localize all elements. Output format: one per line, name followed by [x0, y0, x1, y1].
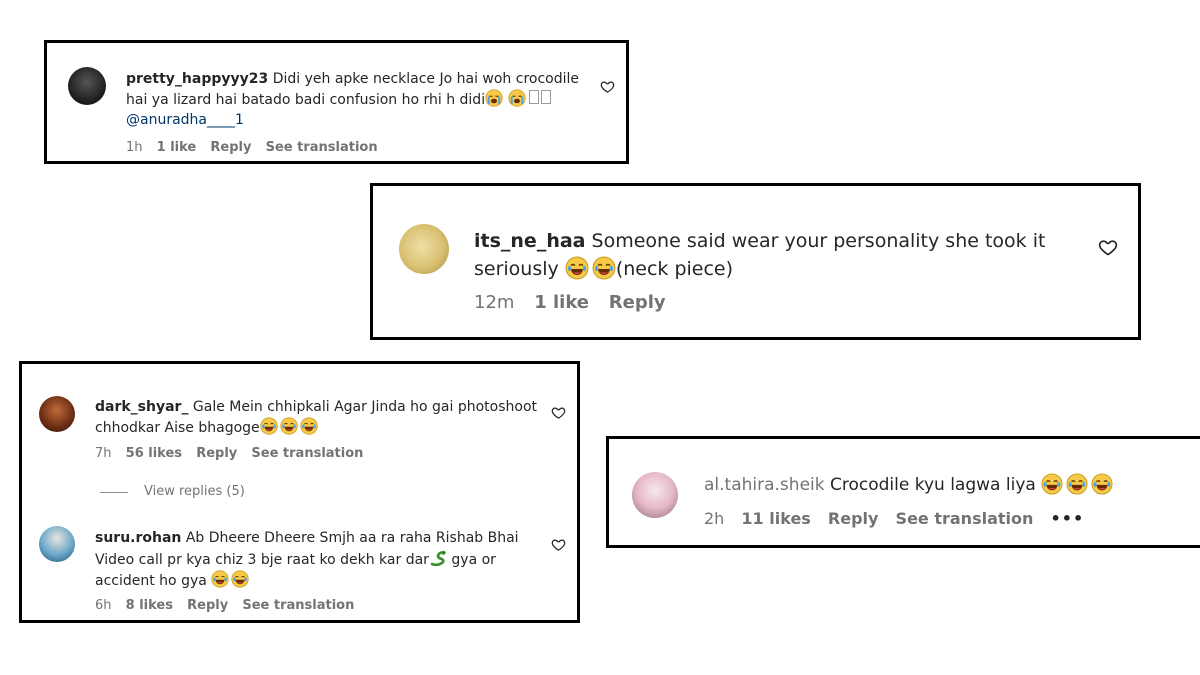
- see-translation-button[interactable]: See translation: [251, 446, 363, 461]
- comment-body: pretty_happyyy23 Didi yeh apke necklace …: [126, 69, 579, 89]
- see-translation-button[interactable]: See translation: [242, 598, 354, 613]
- comment-meta: 2h 11 likes Reply See translation •••: [704, 509, 1084, 528]
- comment-text: Didi yeh apke necklace Jo hai woh crocod…: [272, 71, 580, 87]
- face-with-tears-of-joy-icon: [300, 417, 318, 435]
- heart-outline-icon[interactable]: [1098, 237, 1118, 257]
- comment-text: Someone said wear your personality she t…: [591, 230, 1046, 252]
- replies-divider: [100, 492, 128, 493]
- comment-body: suru.rohan Ab Dheere Dheere Smjh aa ra r…: [95, 528, 519, 549]
- comment-text-line2: seriously: [474, 258, 559, 280]
- heart-outline-icon[interactable]: [551, 537, 566, 552]
- face-with-tears-of-joy-icon: [231, 570, 249, 588]
- snake-icon: [429, 549, 447, 567]
- avatar[interactable]: [399, 224, 449, 274]
- comment-text-line2-row: Video call pr kya chiz 3 bje raat ko dek…: [95, 549, 496, 571]
- comment-text-line2b: gya or: [451, 552, 496, 568]
- comment-body: al.tahira.sheik Crocodile kyu lagwa liya: [704, 473, 1113, 497]
- comment-time: 1h: [126, 140, 143, 155]
- comment-text-line2-row: seriously (neck piece): [474, 255, 733, 283]
- reply-button[interactable]: Reply: [187, 598, 228, 613]
- reply-button[interactable]: Reply: [196, 446, 237, 461]
- face-with-tears-of-joy-icon: [280, 417, 298, 435]
- comment-card-4: al.tahira.sheik Crocodile kyu lagwa liya…: [606, 436, 1200, 548]
- comment-text-line2: chhodkar Aise bhagoge: [95, 420, 260, 436]
- comment-card-1: pretty_happyyy23 Didi yeh apke necklace …: [44, 40, 629, 164]
- comment-meta: 7h 56 likes Reply See translation: [95, 446, 363, 461]
- face-with-tears-of-joy-icon: [565, 256, 589, 280]
- avatar[interactable]: [632, 472, 678, 518]
- view-replies-button[interactable]: View replies (5): [144, 484, 245, 499]
- comment-body: dark_shyar_ Gale Mein chhipkali Agar Jin…: [95, 397, 537, 417]
- likes-count[interactable]: 1 like: [534, 292, 589, 313]
- comment-text-line2: Video call pr kya chiz 3 bje raat ko dek…: [95, 552, 429, 568]
- face-with-tears-of-joy-icon: [1066, 473, 1088, 495]
- missing-glyph-icon: [540, 90, 551, 104]
- face-with-tears-of-joy-icon: [260, 417, 278, 435]
- mention-link[interactable]: @anuradha____1: [126, 110, 244, 130]
- face-with-tears-of-joy-icon: [1091, 473, 1113, 495]
- comment-text-line2-row: hai ya lizard hai batado badi confusion …: [126, 89, 551, 110]
- reply-button[interactable]: Reply: [609, 292, 666, 313]
- likes-count[interactable]: 56 likes: [126, 446, 182, 461]
- username[interactable]: al.tahira.sheik: [704, 475, 825, 495]
- face-with-tears-of-joy-icon: [1041, 473, 1063, 495]
- comment-text-line2: hai ya lizard hai batado badi confusion …: [126, 92, 486, 108]
- comment-body: its_ne_haa Someone said wear your person…: [474, 227, 1045, 255]
- comment-text: Crocodile kyu lagwa liya: [830, 475, 1036, 495]
- comment-time: 12m: [474, 292, 515, 313]
- see-translation-button[interactable]: See translation: [896, 509, 1034, 528]
- likes-count[interactable]: 11 likes: [741, 509, 810, 528]
- face-with-tears-of-joy-icon: [592, 256, 616, 280]
- username[interactable]: its_ne_haa: [474, 230, 586, 252]
- loudly-crying-face-icon: [508, 89, 526, 107]
- comment-meta: 12m 1 like Reply: [474, 292, 666, 313]
- heart-outline-icon[interactable]: [551, 405, 566, 420]
- comment-text-line2-row: chhodkar Aise bhagoge: [95, 417, 318, 438]
- avatar[interactable]: [39, 396, 75, 432]
- heart-outline-icon[interactable]: [600, 79, 615, 94]
- likes-count[interactable]: 1 like: [157, 140, 197, 155]
- loudly-crying-face-icon: [485, 89, 503, 107]
- more-options-icon[interactable]: •••: [1050, 509, 1084, 528]
- comment-text: Ab Dheere Dheere Smjh aa ra raha Rishab …: [185, 530, 519, 546]
- comment-time: 7h: [95, 446, 112, 461]
- comment-card-3: dark_shyar_ Gale Mein chhipkali Agar Jin…: [19, 361, 580, 623]
- comment-time: 6h: [95, 598, 112, 613]
- avatar[interactable]: [39, 526, 75, 562]
- reply-button[interactable]: Reply: [210, 140, 251, 155]
- face-with-tears-of-joy-icon: [211, 570, 229, 588]
- avatar[interactable]: [68, 67, 106, 105]
- comment-text-suffix: (neck piece): [615, 258, 734, 280]
- username[interactable]: suru.rohan: [95, 530, 181, 546]
- missing-glyph-icon: [528, 90, 539, 104]
- comment-text-line3: accident ho gya: [95, 573, 207, 589]
- comment-meta: 6h 8 likes Reply See translation: [95, 598, 354, 613]
- username[interactable]: pretty_happyyy23: [126, 71, 268, 87]
- comment-card-2: its_ne_haa Someone said wear your person…: [370, 183, 1141, 340]
- comment-text-line3-row: accident ho gya: [95, 570, 249, 592]
- comment-meta: 1h 1 like Reply See translation: [126, 140, 378, 155]
- comment-time: 2h: [704, 509, 725, 528]
- username[interactable]: dark_shyar_: [95, 399, 188, 415]
- comment-text: Gale Mein chhipkali Agar Jinda ho gai ph…: [192, 399, 538, 415]
- reply-button[interactable]: Reply: [828, 509, 879, 528]
- likes-count[interactable]: 8 likes: [126, 598, 173, 613]
- see-translation-button[interactable]: See translation: [266, 140, 378, 155]
